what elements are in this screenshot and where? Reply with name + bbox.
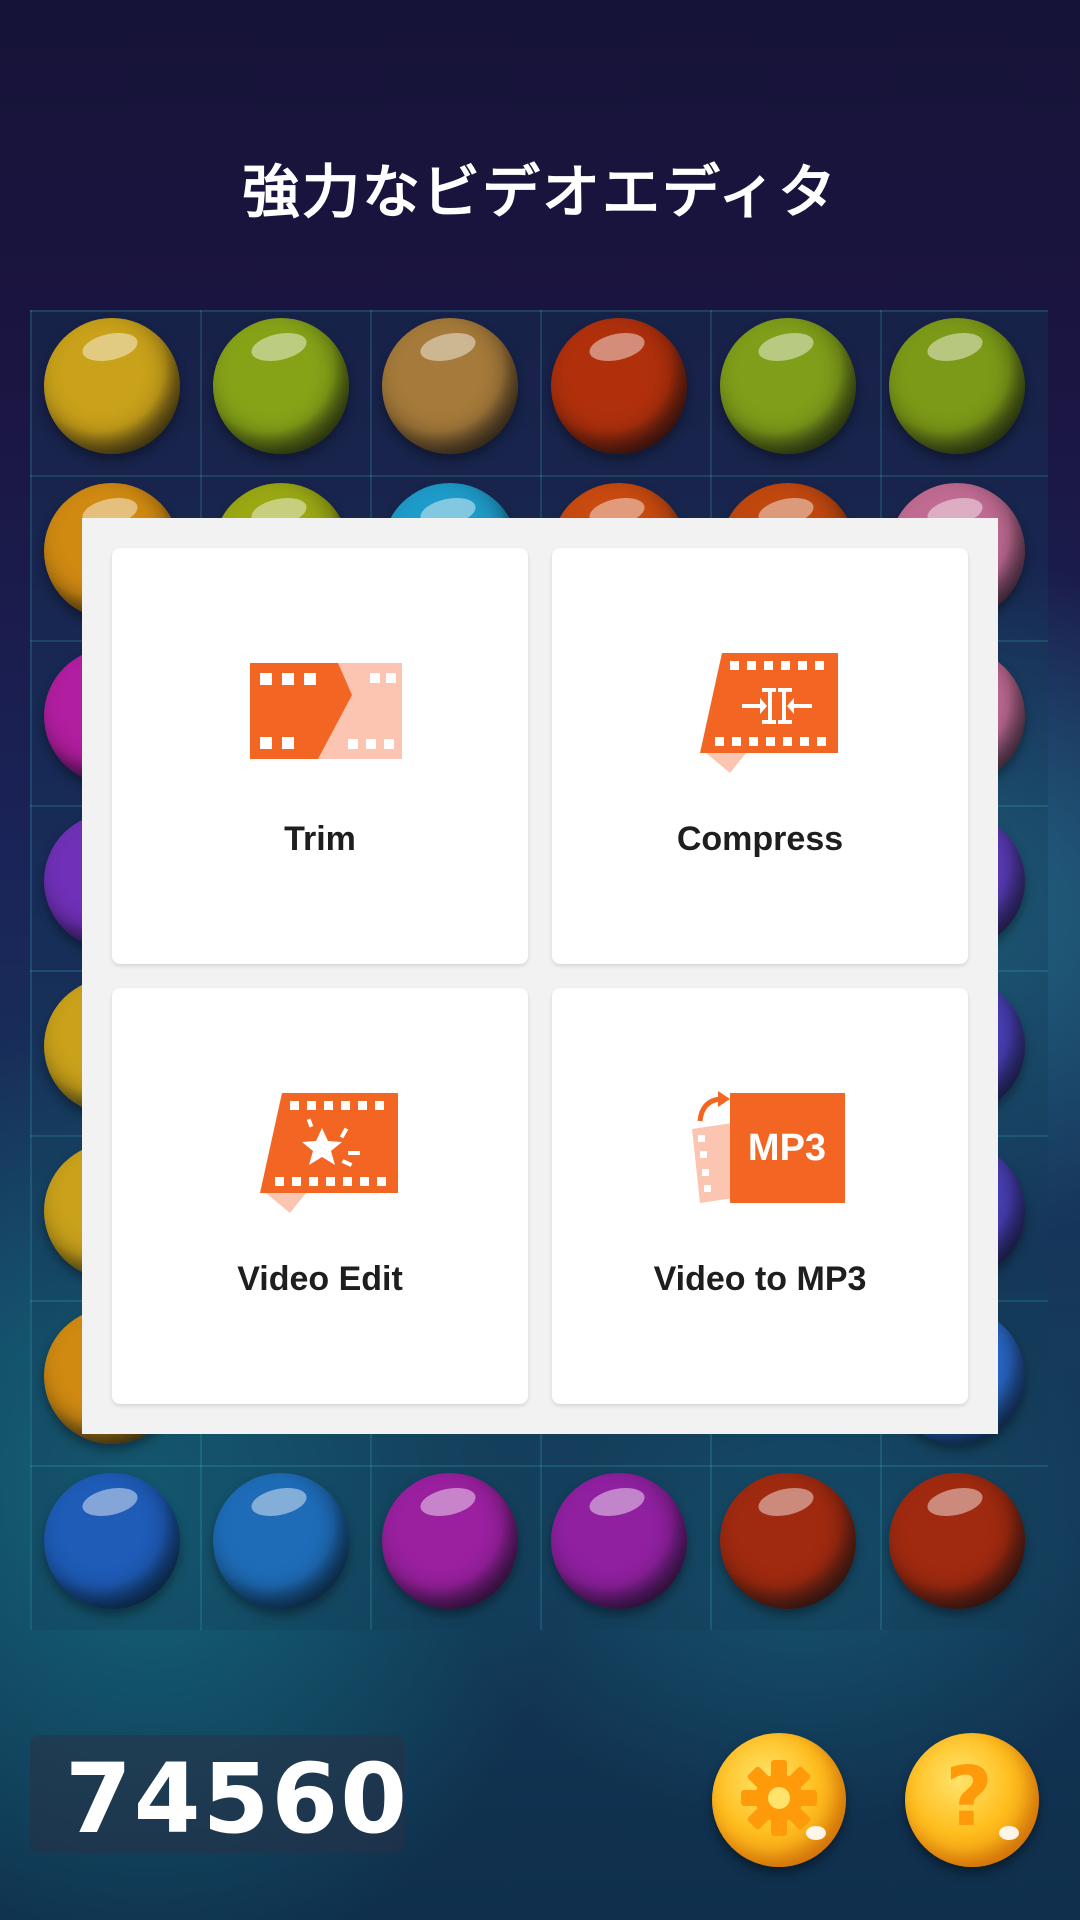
bubble[interactable] xyxy=(720,1473,856,1609)
mp3-badge: MP3 xyxy=(748,1127,826,1169)
score-value: 74560 xyxy=(65,1743,409,1855)
bubble[interactable] xyxy=(213,1473,349,1609)
bubble[interactable] xyxy=(551,1473,687,1609)
bubble[interactable] xyxy=(889,1473,1025,1609)
video-edit-card[interactable]: Video Edit xyxy=(112,988,528,1404)
trim-label: Trim xyxy=(284,820,356,858)
trim-film-icon xyxy=(250,663,402,759)
bubble[interactable] xyxy=(551,318,687,454)
video-edit-star-icon xyxy=(260,1093,398,1213)
video-tools-panel: Trim Compress Video Edit MP3 Video to MP… xyxy=(82,518,998,1434)
gear-icon xyxy=(741,1760,826,1840)
bubble[interactable] xyxy=(382,1473,518,1609)
bubble[interactable] xyxy=(889,318,1025,454)
video-to-mp3-label: Video to MP3 xyxy=(653,1260,867,1298)
question-icon: ? xyxy=(945,1750,1019,1845)
compress-card[interactable]: Compress xyxy=(552,548,968,964)
bubble[interactable] xyxy=(44,318,180,454)
help-button[interactable]: ? xyxy=(905,1733,1039,1867)
compress-film-icon xyxy=(700,653,838,773)
mp3-convert-icon: MP3 xyxy=(692,1091,845,1203)
settings-button[interactable] xyxy=(712,1733,846,1867)
video-to-mp3-card[interactable]: MP3 Video to MP3 xyxy=(552,988,968,1404)
bubble[interactable] xyxy=(213,318,349,454)
trim-card[interactable]: Trim xyxy=(112,548,528,964)
bubble[interactable] xyxy=(382,318,518,454)
compress-label: Compress xyxy=(676,820,844,858)
svg-text:?: ? xyxy=(945,1750,993,1845)
video-edit-label: Video Edit xyxy=(237,1260,403,1298)
score-panel: 74560 xyxy=(30,1735,407,1855)
page-title: 強力なビデオエディタ xyxy=(242,158,838,226)
bubble[interactable] xyxy=(44,1473,180,1609)
bubble[interactable] xyxy=(720,318,856,454)
